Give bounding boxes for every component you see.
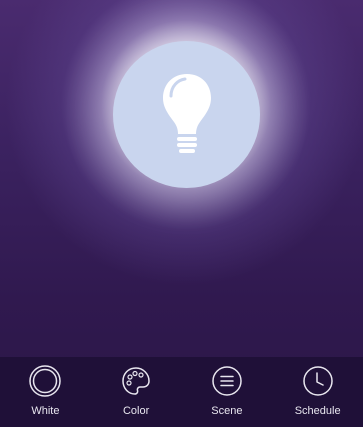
white-ring-icon [27,363,63,399]
tab-white-label: White [31,405,60,417]
tab-white[interactable]: White [5,363,85,417]
tab-color[interactable]: Color [96,363,176,417]
scene-list-icon [209,363,245,399]
tab-color-label: Color [122,405,150,417]
tab-scene[interactable]: Scene [187,363,267,417]
tab-schedule-label: Schedule [294,405,341,417]
power-toggle-button[interactable] [113,41,260,188]
light-control-screen: White Color Scene Schedule [0,0,363,427]
tab-schedule[interactable]: Schedule [278,363,358,417]
tab-scene-label: Scene [211,405,243,417]
clock-icon [300,363,336,399]
lightbulb-icon [161,72,213,158]
palette-icon [118,363,154,399]
bottom-tab-bar: White Color Scene Schedule [0,357,363,427]
